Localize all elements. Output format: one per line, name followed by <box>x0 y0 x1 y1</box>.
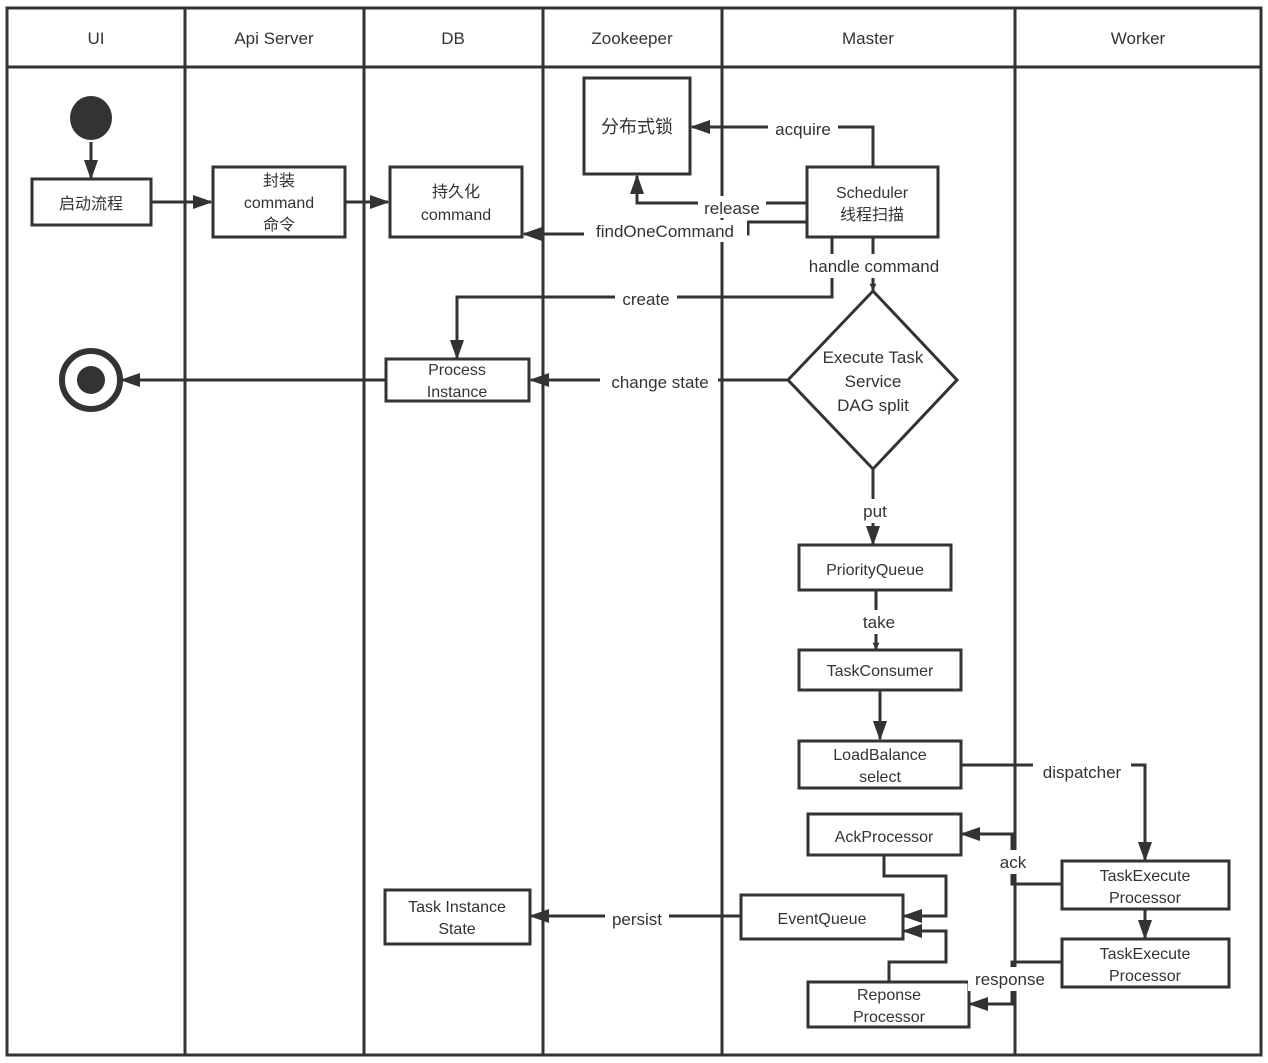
node-label: 线程扫描 <box>840 206 904 224</box>
lane-title-worker: Worker <box>1111 29 1166 48</box>
node-execute-task-service[interactable]: Execute Task Service DAG split <box>785 288 960 472</box>
start-node <box>70 96 112 140</box>
node-label: EventQueue <box>778 911 867 928</box>
edge-label-dispatcher: dispatcher <box>1043 763 1122 782</box>
lane-title-master: Master <box>842 29 894 48</box>
node-label: Process <box>428 362 486 379</box>
node-distributed-lock[interactable]: 分布式锁 <box>582 76 692 176</box>
node-start-process[interactable]: 启动流程 <box>30 177 153 227</box>
node-event-queue[interactable]: EventQueue <box>739 893 905 941</box>
node-label: 启动流程 <box>59 195 123 213</box>
node-label: 持久化 <box>432 183 480 201</box>
edge-label-response: response <box>975 970 1045 989</box>
node-label: Processor <box>853 1009 926 1026</box>
edge-label-put: put <box>863 502 887 521</box>
node-process-instance[interactable]: Process Instance <box>384 357 531 403</box>
end-node-dot <box>77 366 105 394</box>
node-scheduler[interactable]: Scheduler 线程扫描 <box>805 165 940 239</box>
node-label: select <box>859 769 901 786</box>
lane-title-db: DB <box>441 29 465 48</box>
swimlane-diagram: UI Api Server DB Zookeeper Master Worker <box>5 6 1263 1057</box>
node-priority-queue[interactable]: PriorityQueue <box>797 543 953 592</box>
node-label: PriorityQueue <box>826 562 924 579</box>
node-label: Reponse <box>857 987 921 1004</box>
lane-title-api-server: Api Server <box>234 29 314 48</box>
node-load-balance[interactable]: LoadBalance select <box>797 739 963 790</box>
node-label: Processor <box>1109 890 1182 907</box>
node-label: 封装 <box>263 172 295 190</box>
edge-label-persist: persist <box>612 910 662 929</box>
lane-title-zookeeper: Zookeeper <box>591 29 673 48</box>
node-label: TaskConsumer <box>827 663 934 680</box>
node-task-execute-processor-1[interactable]: TaskExecute Processor <box>1060 859 1231 911</box>
node-label: command <box>244 195 314 212</box>
edge-label-release: release <box>704 199 760 218</box>
node-label: LoadBalance <box>833 747 927 764</box>
node-label: TaskExecute <box>1100 868 1191 885</box>
edge-label-ack: ack <box>1000 853 1027 872</box>
node-label: DAG split <box>837 396 909 415</box>
node-task-consumer[interactable]: TaskConsumer <box>797 648 963 692</box>
node-label: Scheduler <box>836 185 909 202</box>
node-label: State <box>438 921 475 938</box>
lane-title-ui: UI <box>88 29 105 48</box>
edges <box>84 120 1152 1011</box>
node-ack-processor[interactable]: AckProcessor <box>806 812 963 857</box>
node-label: AckProcessor <box>835 829 934 846</box>
node-persist-command[interactable]: 持久化 command <box>388 165 524 239</box>
end-node <box>59 348 123 412</box>
node-label: TaskExecute <box>1100 946 1191 963</box>
edge-label-take: take <box>863 613 895 632</box>
node-response-processor[interactable]: Reponse Processor <box>806 980 971 1029</box>
node-label: Instance <box>427 384 488 401</box>
node-label: 分布式锁 <box>601 117 673 137</box>
node-wrap-command[interactable]: 封装 command 命令 <box>211 165 347 239</box>
node-label: command <box>421 207 491 224</box>
node-label: Execute Task <box>823 348 924 367</box>
node-task-instance-state[interactable]: Task Instance State <box>383 888 532 946</box>
edge-label-change-state: change state <box>611 373 708 392</box>
node-label: Processor <box>1109 968 1182 985</box>
edge-label-find-one-command: findOneCommand <box>596 222 734 241</box>
edge-label-handle-command: handle command <box>809 257 939 276</box>
node-label: Service <box>845 372 902 391</box>
node-label: Task Instance <box>408 899 506 916</box>
node-label: 命令 <box>263 216 295 234</box>
lane-headers: UI Api Server DB Zookeeper Master Worker <box>88 29 1166 48</box>
node-task-execute-processor-2[interactable]: TaskExecute Processor <box>1060 937 1231 989</box>
edge-label-acquire: acquire <box>775 120 831 139</box>
edge-label-create: create <box>622 290 669 309</box>
